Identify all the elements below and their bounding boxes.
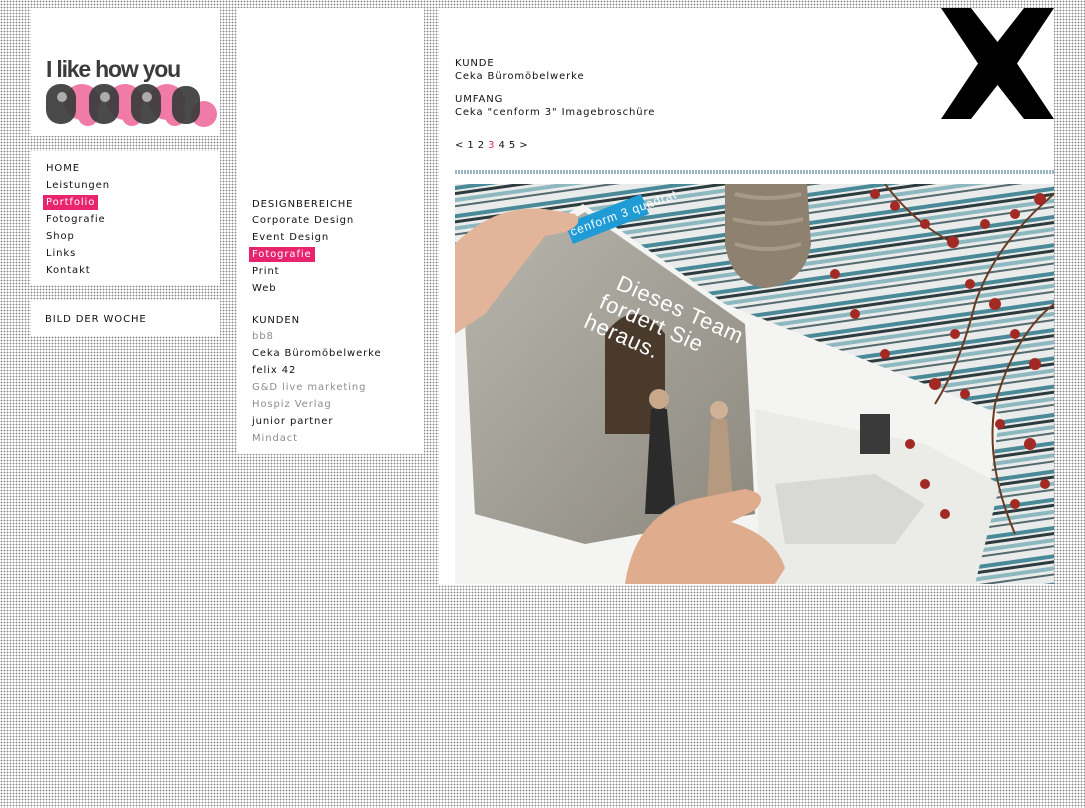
bild-der-woche-link[interactable]: BILD DER WOCHE [45, 314, 147, 325]
pager-next[interactable]: > [519, 140, 527, 151]
designbereich-corporate-design[interactable]: Corporate Design [249, 212, 357, 229]
pager-page-3[interactable]: 3 [488, 140, 494, 151]
nav-item-label: Links [46, 248, 77, 259]
logo-panel: I like how you feel [31, 8, 220, 136]
nav-item-kontakt[interactable]: Kontakt [43, 262, 113, 279]
project-photo: cenform 3 quadrat Dieses Team fordert Si… [455, 184, 1054, 584]
close-icon[interactable] [941, 8, 1054, 119]
kunde-mindact[interactable]: Mindact [249, 430, 385, 447]
nav-item-links[interactable]: Links [43, 245, 113, 262]
nav-item-label: Fotografie [46, 214, 106, 225]
umfang-block: UMFANG Ceka "cenform 3" Imagebroschüre [455, 93, 655, 119]
kunde-block: KUNDE Ceka Büromöbelwerke [455, 57, 585, 83]
designbereich-print[interactable]: Print [249, 263, 357, 280]
nav-item-label: Kontakt [46, 265, 91, 276]
logo-feel-graphic: feel [46, 84, 217, 127]
kunde-label: Hospiz Verlag [252, 399, 332, 410]
designbereiche-list: Corporate Design Event Design Fotografie Pr… [249, 212, 357, 297]
pager-page-5[interactable]: 5 [509, 140, 515, 151]
kunde-value: Ceka Büromöbelwerke [455, 71, 585, 82]
category-panel: DESIGNBEREICHE Corporate Design Event Des… [237, 8, 424, 454]
designbereich-label: Web [252, 283, 277, 294]
divider-line [455, 170, 1054, 174]
pager-page-1[interactable]: 1 [467, 140, 473, 151]
pager-page-2[interactable]: 2 [478, 140, 484, 151]
designbereich-label: Event Design [252, 232, 330, 243]
nav-item-portfolio[interactable]: Portfolio [43, 194, 113, 211]
designbereich-label: Print [252, 266, 280, 277]
project-panel: KUNDE Ceka Büromöbelwerke UMFANG Ceka "c… [439, 8, 1054, 585]
umfang-label: UMFANG [455, 94, 504, 105]
kunde-g-d-live-marketing[interactable]: G&D live marketing [249, 379, 385, 396]
nav-item-label: Portfolio [43, 195, 99, 210]
main-nav-panel: HOME Leistungen Portfolio Fotografie Shop Lin… [31, 151, 220, 285]
umfang-value: Ceka "cenform 3" Imagebroschüre [455, 107, 656, 118]
designbereich-label: Fotografie [249, 247, 315, 262]
nav-item-fotografie[interactable]: Fotografie [43, 211, 113, 228]
designbereich-event-design[interactable]: Event Design [249, 229, 357, 246]
nav-item-label: Shop [46, 231, 75, 242]
nav-item-label: HOME [46, 163, 80, 174]
main-nav: HOME Leistungen Portfolio Fotografie Shop Lin… [43, 160, 113, 279]
kunde-hospiz-verlag[interactable]: Hospiz Verlag [249, 396, 385, 413]
kunden-list: bb8 Ceka Büromöbelwerke felix 42 G&D live m… [249, 328, 385, 447]
pagination: <1 2 3 4 5 > [455, 140, 532, 151]
kunden-heading: KUNDEN [252, 315, 300, 326]
kunde-felix-42[interactable]: felix 42 [249, 362, 385, 379]
designbereich-web[interactable]: Web [249, 280, 357, 297]
kunde-ceka-b-rom-belwerke[interactable]: Ceka Büromöbelwerke [249, 345, 385, 362]
nav-item-label: Leistungen [46, 180, 110, 191]
nav-item-shop[interactable]: Shop [43, 228, 113, 245]
kunde-label: Mindact [252, 433, 298, 444]
pager-prev[interactable]: < [455, 140, 463, 151]
kunde-bb8[interactable]: bb8 [249, 328, 385, 345]
kunde-label: KUNDE [455, 58, 495, 69]
designbereich-fotografie[interactable]: Fotografie [249, 246, 357, 263]
nav-item-leistungen[interactable]: Leistungen [43, 177, 113, 194]
designbereich-label: Corporate Design [252, 215, 355, 226]
kunde-junior-partner[interactable]: junior partner [249, 413, 385, 430]
kunde-label: bb8 [252, 331, 274, 342]
designbereiche-heading: DESIGNBEREICHE [252, 199, 354, 210]
pager-page-4[interactable]: 4 [499, 140, 505, 151]
kunde-label: felix 42 [252, 365, 297, 376]
kunde-label: G&D live marketing [252, 382, 367, 393]
kunde-label: junior partner [252, 416, 334, 427]
nav-item-home[interactable]: HOME [43, 160, 113, 177]
logo-tagline: I like how you [46, 56, 181, 82]
bild-der-woche-panel: BILD DER WOCHE [31, 300, 220, 336]
kunde-label: Ceka Büromöbelwerke [252, 348, 382, 359]
